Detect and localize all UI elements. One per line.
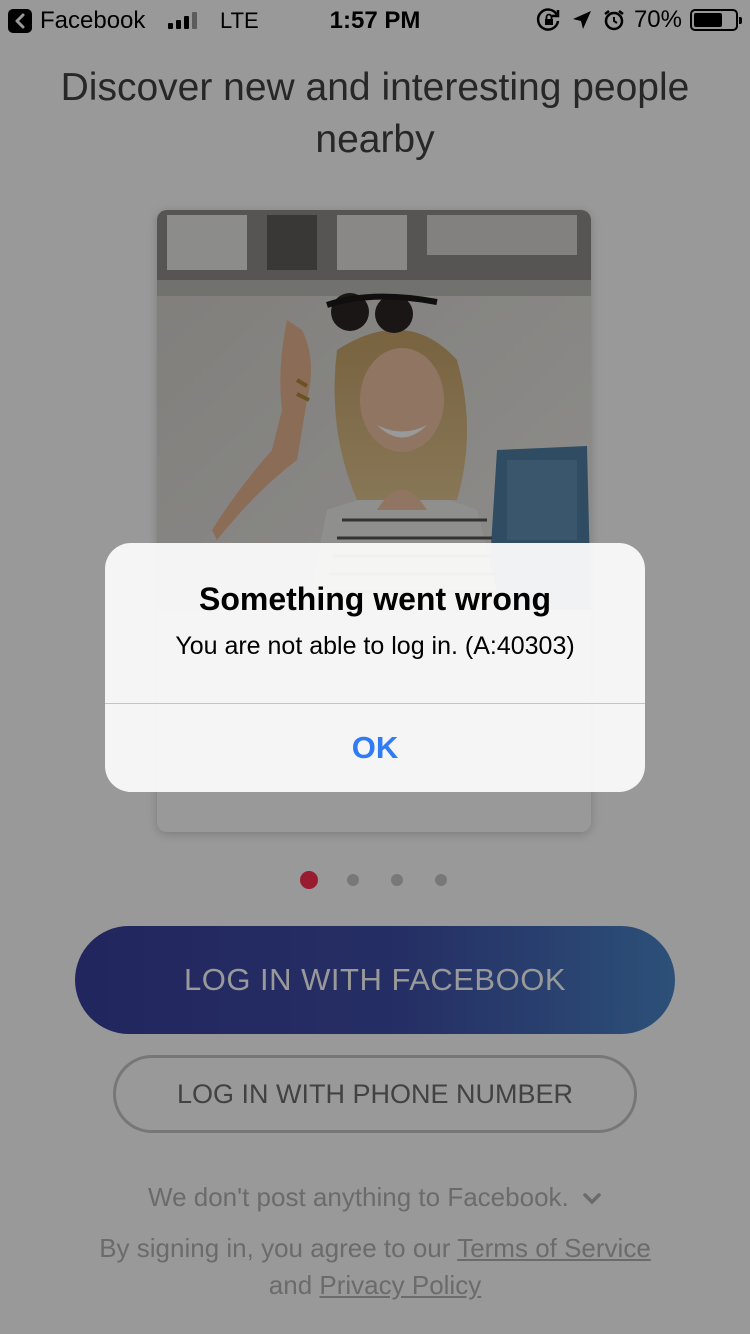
- error-alert: Something went wrong You are not able to…: [105, 543, 645, 792]
- alert-title: Something went wrong: [199, 581, 551, 617]
- alert-ok-button[interactable]: OK: [105, 704, 645, 792]
- screen: Facebook LTE 1:57 PM 70% Discover new an…: [0, 0, 750, 1334]
- alert-message: You are not able to log in. (A:40303): [175, 632, 575, 660]
